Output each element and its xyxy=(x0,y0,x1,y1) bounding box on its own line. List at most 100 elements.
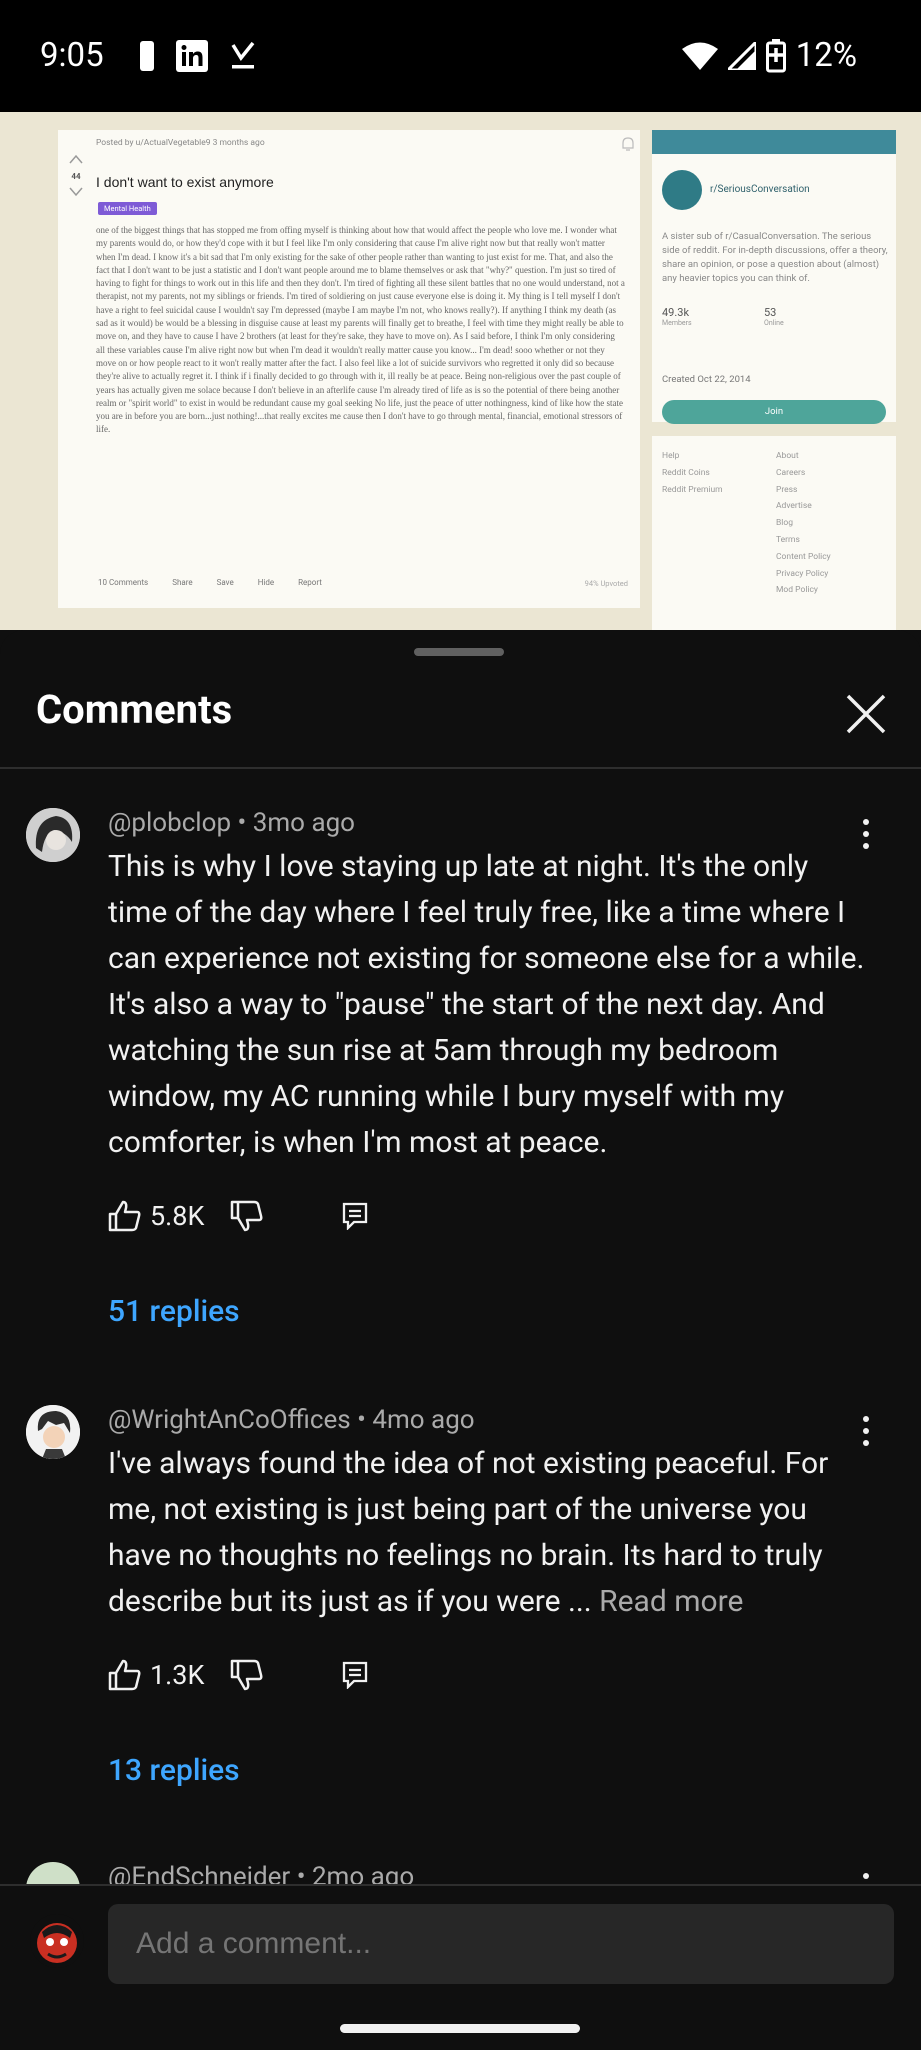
system-icons: 12% xyxy=(681,36,857,75)
post-body: one of the biggest things that has stopp… xyxy=(96,225,625,435)
like-count: 1.3K xyxy=(150,1659,205,1691)
linkedin-icon xyxy=(176,40,208,72)
hide-action: Hide xyxy=(257,578,275,587)
add-comment-input[interactable] xyxy=(108,1904,894,1984)
dislike-icon[interactable] xyxy=(230,1200,264,1232)
avatar[interactable] xyxy=(26,1862,80,1884)
meta-separator: • xyxy=(237,808,247,838)
comment-age: 3mo ago xyxy=(252,808,356,838)
link-coins: Reddit Coins xyxy=(662,467,710,478)
dislike-icon[interactable] xyxy=(230,1659,264,1691)
comment-age: 4mo ago xyxy=(372,1405,475,1435)
meta-separator: • xyxy=(296,1862,306,1884)
downvote-icon xyxy=(69,187,83,197)
bell-icon xyxy=(622,137,634,151)
reply-icon[interactable] xyxy=(342,1202,368,1230)
status-bar: 9:05 12% xyxy=(0,0,921,112)
link-careers: Careers xyxy=(776,467,806,478)
save-action: Save xyxy=(216,578,234,587)
online-stat: 53 Online xyxy=(764,306,784,327)
like-icon[interactable] xyxy=(108,1659,142,1691)
link-blog: Blog xyxy=(776,518,793,529)
subreddit-card: r/SeriousConversation A sister sub of r/… xyxy=(652,130,896,424)
drag-handle[interactable] xyxy=(414,648,504,656)
link-terms: Terms xyxy=(776,534,800,545)
comment-meta: @plobclop • 3mo ago xyxy=(108,808,355,838)
upvote-ratio: 94% Upvoted xyxy=(584,579,628,588)
subreddit-description: A sister sub of r/CasualConversation. Th… xyxy=(662,231,888,284)
comment-author[interactable]: @WrightAnCoOffices xyxy=(108,1405,351,1435)
reddit-post: 44 Posted by u/ActualVegetable9 3 months… xyxy=(58,130,640,608)
sheet-title: Comments xyxy=(36,686,233,733)
divider xyxy=(0,767,921,769)
upvote-icon xyxy=(69,154,83,164)
vote-column: 44 xyxy=(66,154,86,199)
link-content-policy: Content Policy xyxy=(776,551,831,562)
replies-button[interactable]: 51 replies xyxy=(108,1294,240,1329)
avatar-image xyxy=(26,808,80,862)
footer-links-card: Help Reddit Coins Reddit Premium About C… xyxy=(652,436,896,630)
meta-separator: • xyxy=(357,1405,366,1435)
read-more-link[interactable]: Read more xyxy=(592,1584,743,1619)
join-button: Join xyxy=(662,400,886,424)
signal-icon xyxy=(727,41,756,70)
comment-age: 2mo ago xyxy=(311,1862,415,1884)
phone-icon xyxy=(140,41,154,71)
close-icon[interactable] xyxy=(844,692,888,736)
comment-meta: @EndSchneider • 2mo ago xyxy=(108,1862,414,1884)
members-label: Members xyxy=(662,319,692,327)
wifi-icon xyxy=(681,42,718,70)
video-player[interactable]: 44 Posted by u/ActualVegetable9 3 months… xyxy=(0,112,921,630)
footer-links-right: About Careers Press Advertise Blog Terms… xyxy=(776,448,831,599)
like-count: 5.8K xyxy=(150,1200,205,1232)
comment-meta: @WrightAnCoOffices • 4mo ago xyxy=(108,1405,475,1435)
user-avatar[interactable] xyxy=(30,1914,84,1968)
clock: 9:05 xyxy=(40,36,104,75)
avatar[interactable] xyxy=(26,1405,80,1459)
online-label: Online xyxy=(764,319,784,327)
post-actions: 10 Comments Share Save Hide Report xyxy=(98,578,322,587)
comment-composer xyxy=(0,1884,921,2050)
user-avatar-image xyxy=(30,1914,84,1968)
comment-item: @EndSchneider • 2mo ago xyxy=(0,1858,921,1884)
link-help: Help xyxy=(662,451,680,461)
link-advertise: Advertise xyxy=(776,501,812,512)
post-flair: Mental Health xyxy=(98,202,157,215)
avatar[interactable] xyxy=(26,808,80,862)
comments-action: 10 Comments xyxy=(98,578,149,587)
comment-author[interactable]: @plobclop xyxy=(108,808,231,838)
battery-icon xyxy=(765,38,786,72)
replies-button[interactable]: 13 replies xyxy=(108,1753,240,1788)
online-count: 53 xyxy=(764,306,777,319)
created-date: Created Oct 22, 2014 xyxy=(662,374,751,385)
link-premium: Reddit Premium xyxy=(662,484,723,495)
comments-sheet: Comments xyxy=(0,630,921,2048)
like-icon[interactable] xyxy=(108,1200,142,1232)
vote-count: 44 xyxy=(71,172,81,181)
comment-text: I've always found the idea of not existi… xyxy=(108,1441,868,1625)
subreddit-banner xyxy=(652,130,896,154)
members-stat: 49.3k Members xyxy=(662,306,692,327)
subreddit-avatar xyxy=(662,170,702,210)
subreddit-name: r/SeriousConversation xyxy=(710,184,810,195)
comment-actions: 1.3K xyxy=(108,1659,368,1691)
post-meta: Posted by u/ActualVegetable9 3 months ag… xyxy=(96,138,265,148)
link-press: Press xyxy=(776,484,798,495)
battery-percent: 12% xyxy=(795,36,857,75)
report-action: Report xyxy=(298,578,322,587)
download-icon xyxy=(231,41,255,69)
comment-actions: 5.8K xyxy=(108,1200,368,1232)
post-title: I don't want to exist anymore xyxy=(96,174,274,190)
comment-text: This is why I love staying up late at ni… xyxy=(108,849,865,1160)
notification-icons xyxy=(140,40,256,72)
link-privacy-policy: Privacy Policy xyxy=(776,568,829,579)
reply-icon[interactable] xyxy=(342,1661,368,1689)
members-count: 49.3k xyxy=(662,306,690,319)
footer-links-left: Help Reddit Coins Reddit Premium xyxy=(662,448,723,498)
link-about: About xyxy=(776,451,799,461)
comment-author[interactable]: @EndSchneider xyxy=(108,1862,290,1884)
more-icon[interactable] xyxy=(858,1872,874,1884)
share-action: Share xyxy=(172,578,193,587)
link-mod-policy: Mod Policy xyxy=(776,585,818,596)
home-indicator[interactable] xyxy=(340,2024,580,2033)
